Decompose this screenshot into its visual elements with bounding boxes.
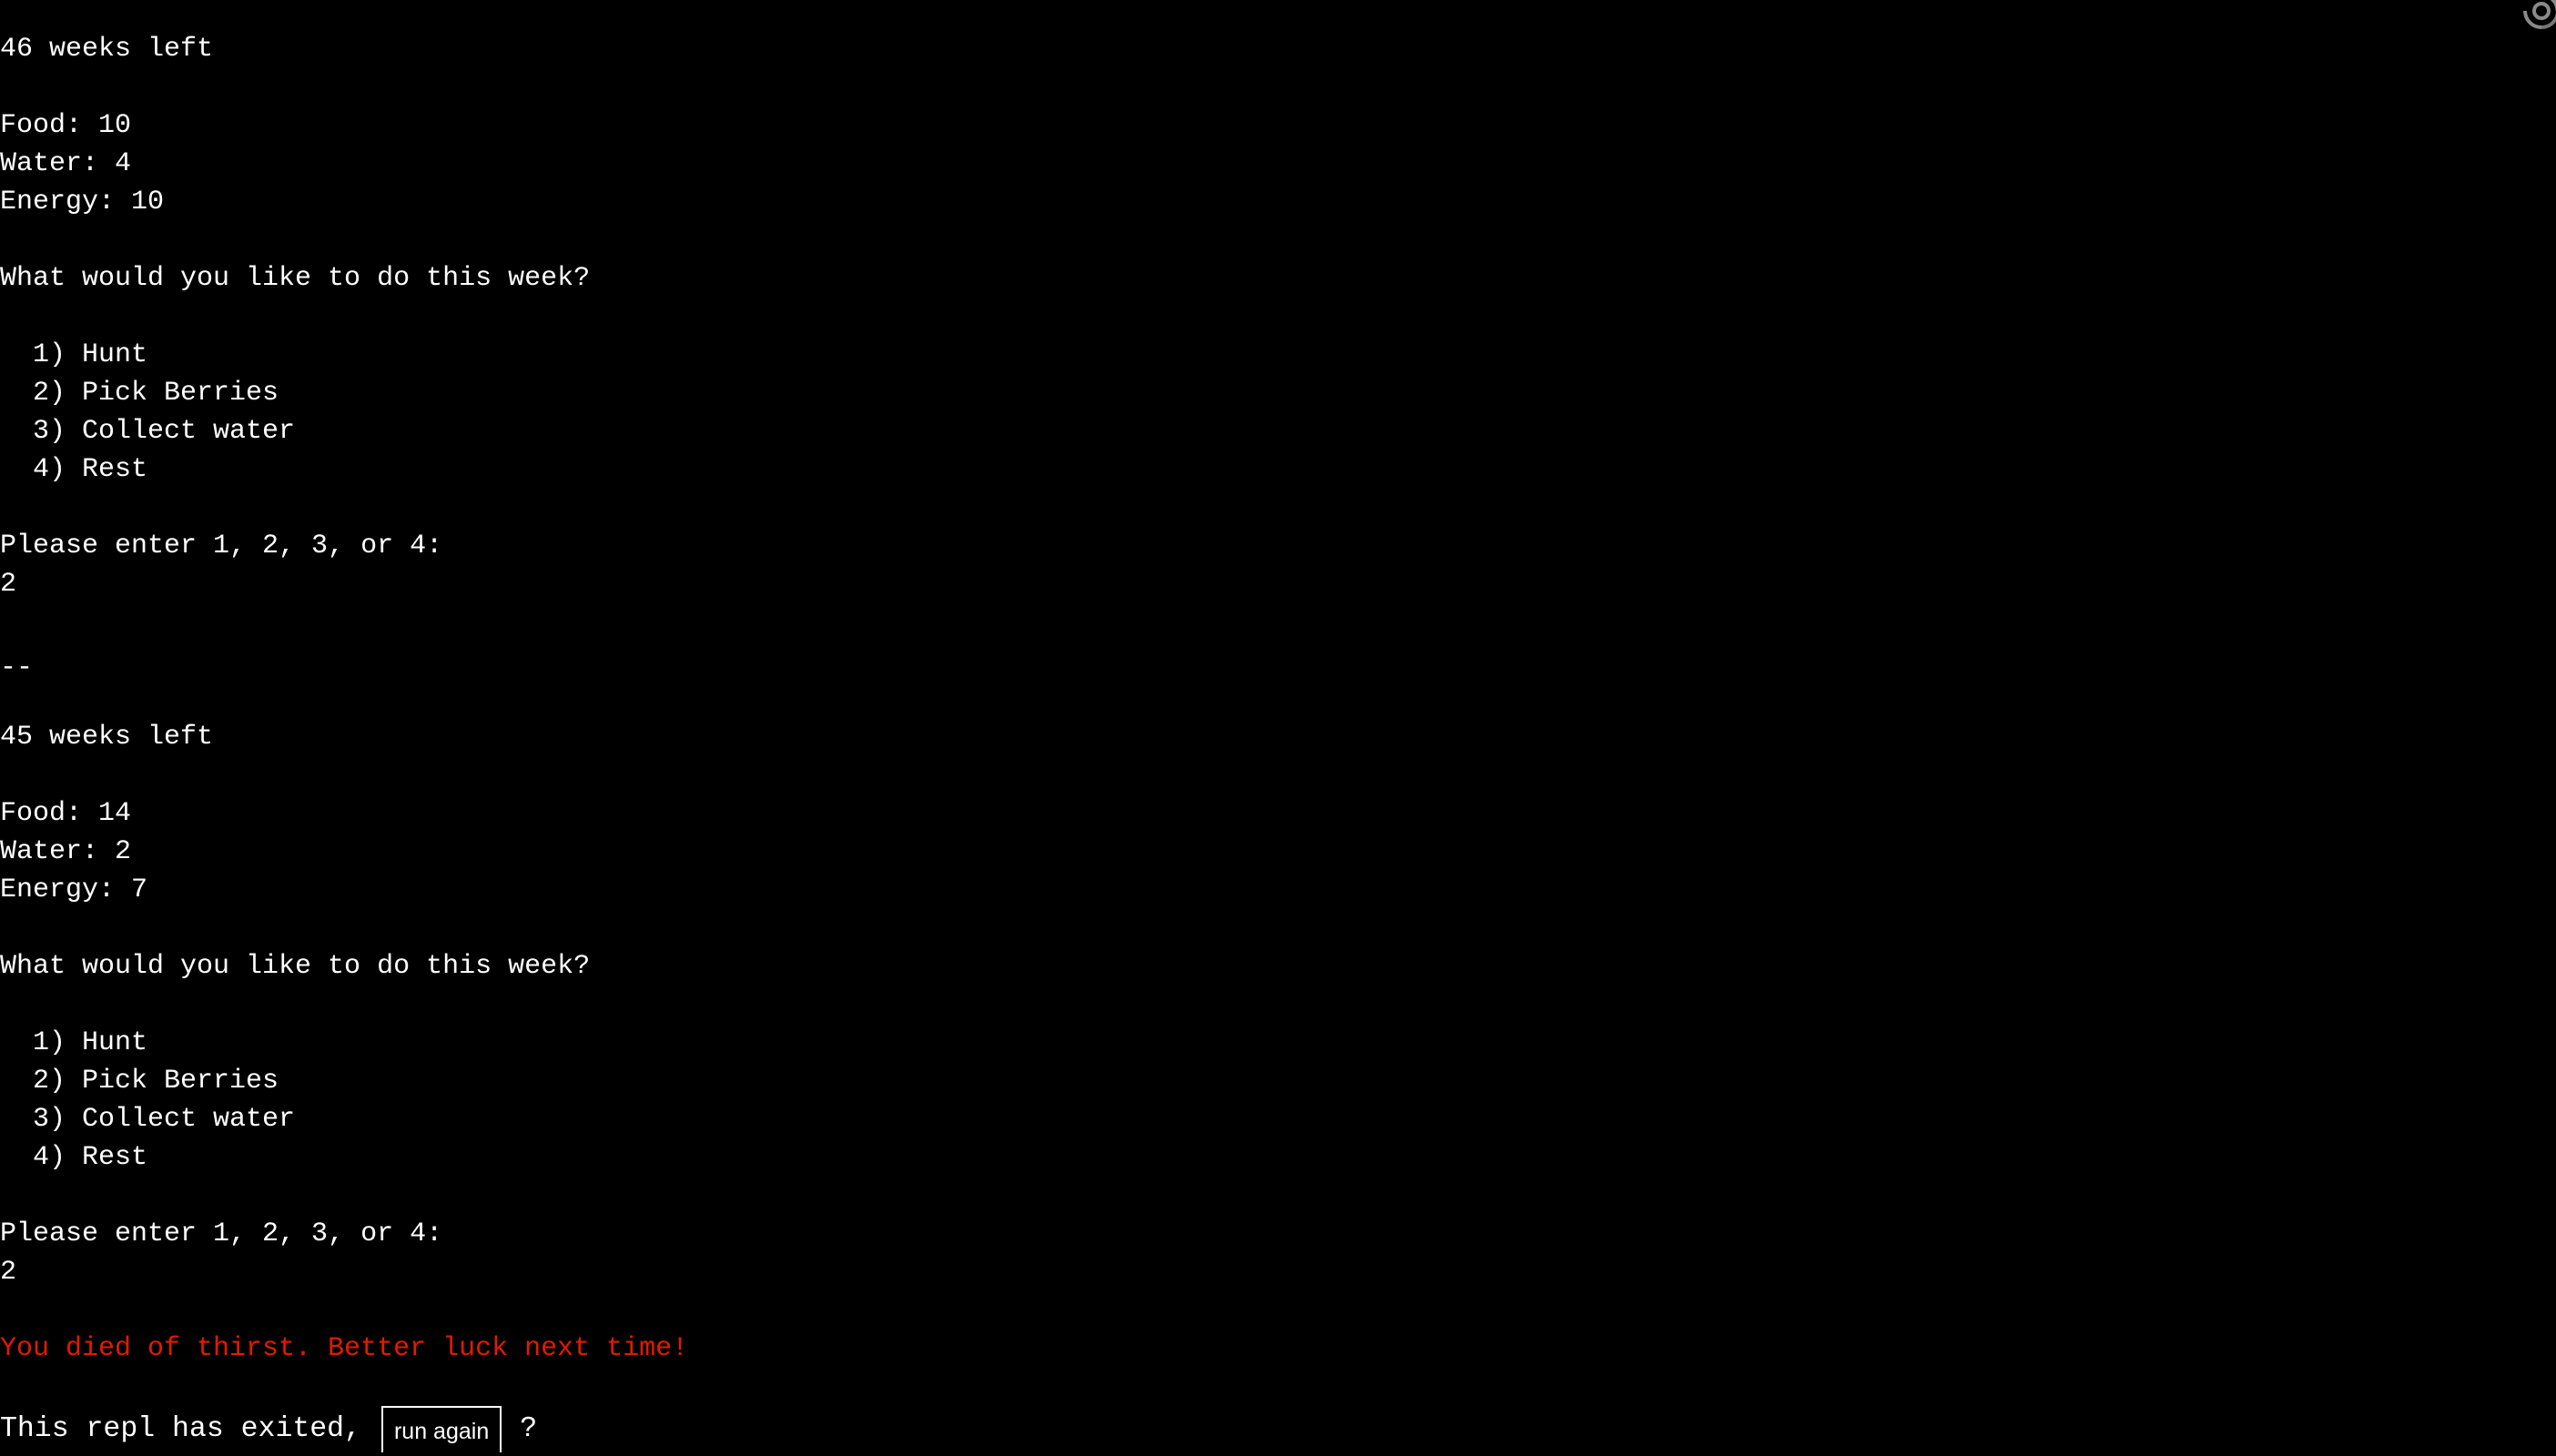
terminal-line-option: 3) Collect water (0, 416, 296, 447)
terminal-line-input: 2 (0, 1257, 17, 1288)
terminal-line-status: 45 weeks left (0, 722, 214, 753)
spinner-swirl-icon (2523, 0, 2556, 29)
terminal-line-option: 2) Pick Berries (0, 378, 279, 409)
terminal-line-stat: Energy: 10 (0, 187, 165, 217)
terminal-line-input: 2 (0, 569, 17, 600)
terminal-line-prompt: Please enter 1, 2, 3, or 4: (0, 531, 443, 561)
terminal-line-stat: Energy: 7 (0, 875, 148, 905)
run-again-button[interactable]: run again (380, 1406, 502, 1452)
terminal-line-separator: -- (0, 652, 34, 683)
terminal-line-stat: Food: 10 (0, 110, 132, 141)
terminal-line-stat: Water: 2 (0, 836, 132, 867)
terminal-line-option: 2) Pick Berries (0, 1066, 279, 1097)
terminal-line-prompt: What would you like to do this week? (0, 951, 591, 982)
terminal-line-option: 1) Hunt (0, 1027, 148, 1058)
terminal-line-prompt: What would you like to do this week? (0, 263, 591, 294)
terminal-line-option: 3) Collect water (0, 1104, 296, 1135)
terminal-output: 46 weeks left Food: 10 Water: 4 Energy: 10 W… (0, 0, 2556, 1452)
terminal-line-error: You died of thirst. Better luck next tim… (0, 1333, 689, 1364)
terminal-line-option: 1) Hunt (0, 339, 148, 370)
repl-exit-bar: This repl has exited, run again ? (0, 1406, 537, 1452)
terminal-line-stat: Food: 14 (0, 798, 132, 829)
terminal-line-prompt: Please enter 1, 2, 3, or 4: (0, 1218, 443, 1249)
repl-exited-suffix: ? (520, 1413, 538, 1445)
terminal-line-option: 4) Rest (0, 1142, 148, 1173)
repl-exited-message: This repl has exited, (0, 1413, 361, 1445)
terminal-line-option: 4) Rest (0, 454, 148, 485)
terminal-line-status: 46 weeks left (0, 34, 214, 65)
terminal-line-stat: Water: 4 (0, 148, 132, 179)
